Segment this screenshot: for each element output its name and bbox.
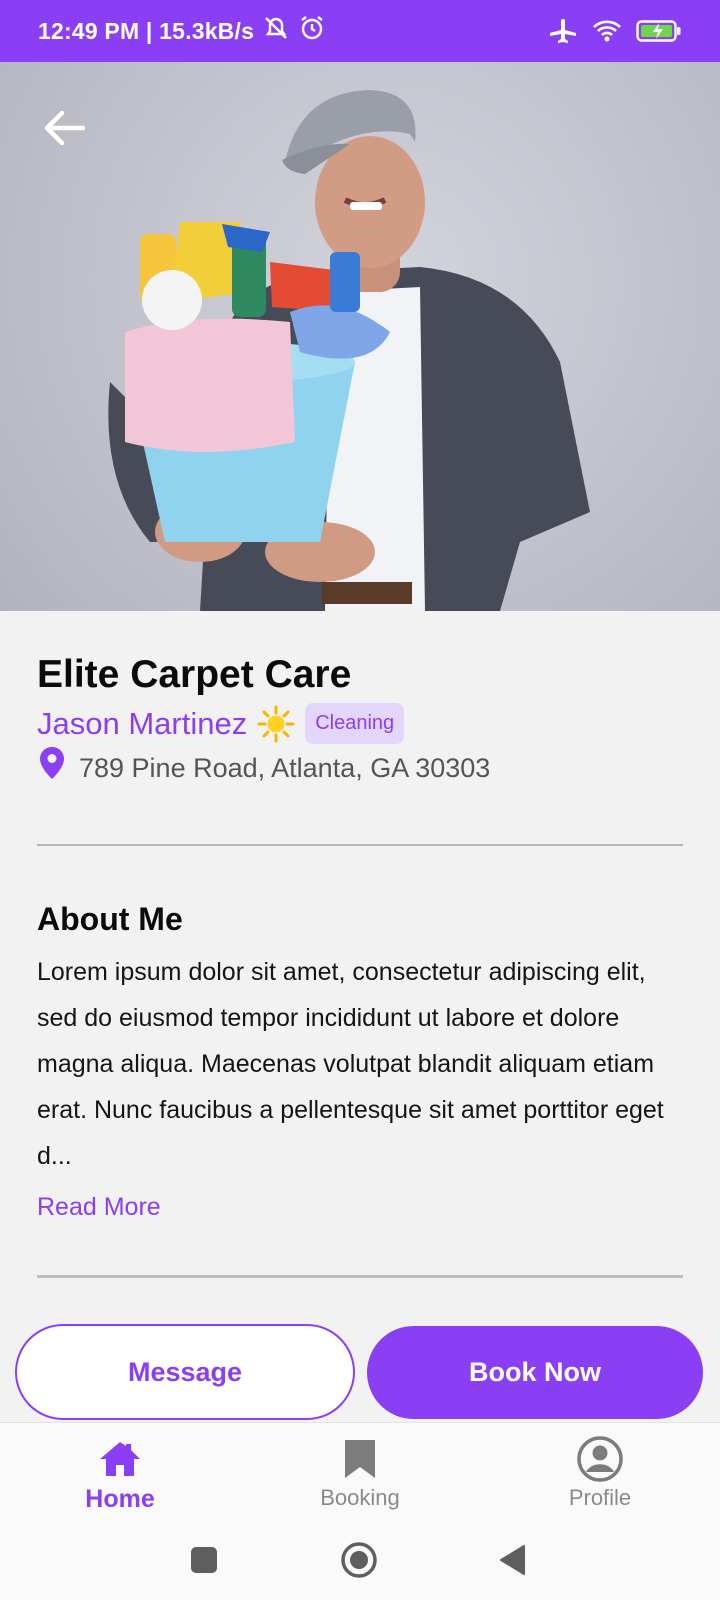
back-system-button[interactable] — [490, 1540, 534, 1584]
nav-booking-label: Booking — [320, 1485, 400, 1510]
home-system-button[interactable] — [337, 1540, 381, 1584]
battery-charging-icon — [636, 19, 682, 43]
business-title: Elite Carpet Care — [37, 653, 352, 696]
provider-row: Jason Martinez Cleaning — [37, 703, 405, 744]
nav-profile[interactable]: Profile — [520, 1436, 680, 1511]
status-bar: 12:49 PM | 15.3kB/s — [0, 0, 720, 62]
read-more-link[interactable]: Read More — [37, 1193, 161, 1222]
system-nav-bar — [0, 1522, 720, 1600]
bottom-nav: Home Booking Profile — [0, 1422, 720, 1522]
book-now-button[interactable]: Book Now — [367, 1326, 703, 1419]
nav-booking[interactable]: Booking — [280, 1437, 440, 1511]
triangle-back-icon — [498, 1544, 526, 1581]
bookmark-icon — [343, 1437, 377, 1481]
status-time-speed: 12:49 PM | 15.3kB/s — [38, 17, 255, 44]
provider-name[interactable]: Jason Martinez — [37, 706, 247, 742]
divider — [37, 844, 683, 846]
arrow-left-icon — [43, 110, 86, 151]
about-heading: About Me — [37, 901, 183, 937]
location-pin-icon — [37, 746, 67, 784]
recents-button[interactable] — [182, 1540, 226, 1584]
category-badge: Cleaning — [305, 703, 405, 744]
address-row: 789 Pine Road, Atlanta, GA 30303 — [37, 746, 491, 784]
cleaner-photo-illustration — [108, 90, 590, 611]
message-button[interactable]: Message — [15, 1324, 355, 1420]
back-button[interactable] — [38, 104, 90, 156]
square-icon — [190, 1546, 218, 1579]
address-text: 789 Pine Road, Atlanta, GA 30303 — [79, 753, 491, 783]
nav-profile-label: Profile — [568, 1485, 632, 1510]
nav-home-label: Home — [85, 1485, 155, 1513]
home-icon — [98, 1437, 142, 1481]
circle-icon — [340, 1541, 378, 1584]
profile-icon — [577, 1436, 623, 1482]
status-left: 12:49 PM | 15.3kB/s — [38, 14, 326, 48]
divider — [37, 1275, 683, 1278]
status-right — [548, 17, 682, 45]
hero-image — [0, 62, 720, 611]
wifi-icon — [592, 18, 622, 44]
alarm-icon — [298, 14, 326, 48]
airplane-mode-icon — [548, 17, 578, 45]
nav-home[interactable]: Home — [40, 1437, 200, 1514]
sun-icon — [257, 705, 295, 743]
mute-notifications-icon — [262, 15, 290, 47]
about-text: Lorem ipsum dolor sit amet, consectetur … — [37, 958, 664, 1170]
